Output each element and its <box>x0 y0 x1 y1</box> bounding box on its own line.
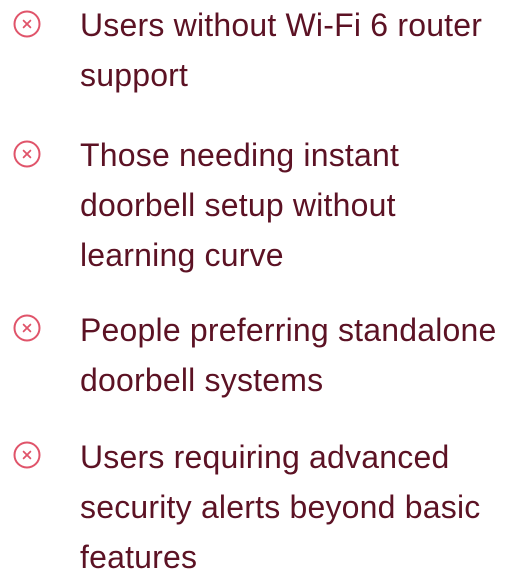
cons-item-text: Users without Wi-Fi 6 router support <box>80 7 483 93</box>
cons-item-text: People preferring standalone doorbell sy… <box>80 312 497 398</box>
x-circle-icon <box>12 440 42 470</box>
x-circle-icon <box>12 139 42 169</box>
cons-item-text: Users requiring advanced security alerts… <box>80 439 481 575</box>
x-circle-icon <box>12 9 42 39</box>
cons-item-text: Those needing instant doorbell setup wit… <box>80 137 400 273</box>
x-circle-icon <box>12 313 42 343</box>
